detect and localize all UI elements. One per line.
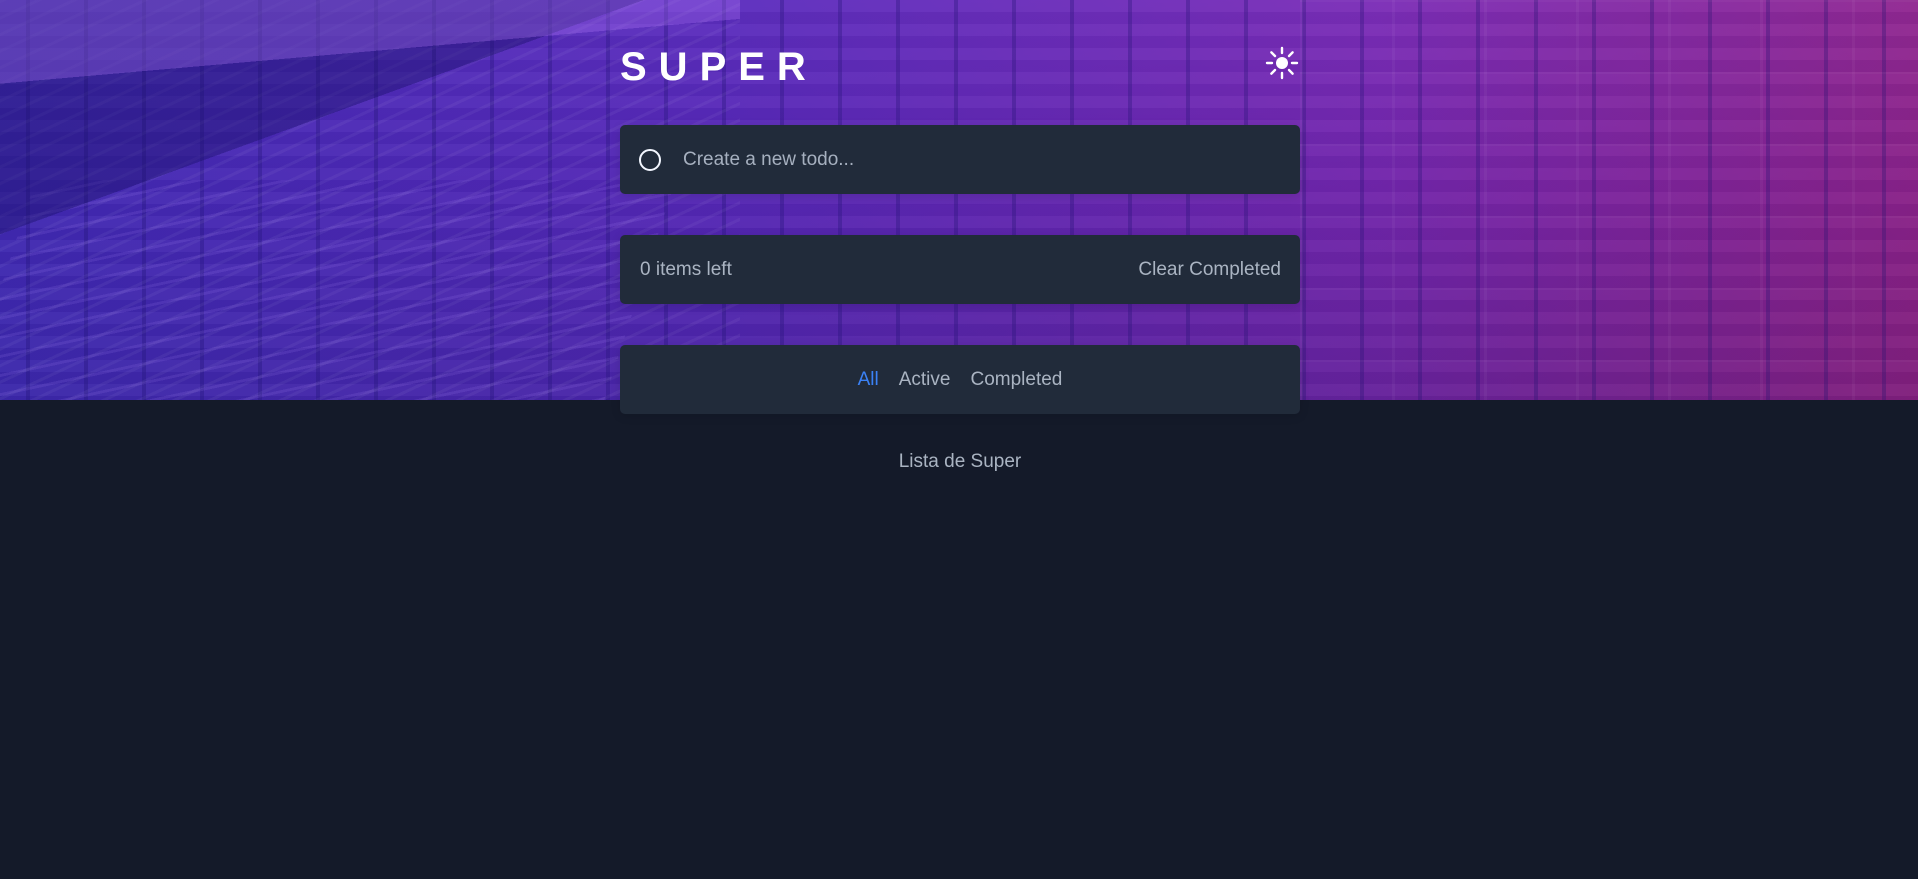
new-todo-complete-toggle[interactable]	[639, 148, 661, 171]
new-todo-card	[620, 125, 1300, 194]
clear-completed-button[interactable]: Clear Completed	[1138, 259, 1281, 281]
app-title: SUPER	[620, 45, 818, 89]
todo-app: SUPER 0 items left Clear Comp	[620, 39, 1300, 473]
footer-note: Lista de Super	[898, 451, 1022, 472]
items-left-count: 0 items left	[640, 258, 732, 280]
filter-all-button[interactable]: All	[858, 369, 879, 391]
filter-active-button[interactable]: Active	[899, 369, 951, 391]
sun-icon	[1265, 46, 1299, 80]
todo-summary-bar: 0 items left Clear Completed	[620, 235, 1300, 304]
new-todo-input[interactable]	[681, 147, 1245, 172]
brick-wall-texture	[1300, 0, 1918, 400]
todo-filter-bar: All Active Completed	[620, 345, 1300, 414]
walkway-texture	[0, 180, 676, 400]
app-header: SUPER	[620, 39, 1300, 125]
theme-toggle-button[interactable]	[1264, 45, 1300, 81]
filter-completed-button[interactable]: Completed	[970, 369, 1062, 391]
